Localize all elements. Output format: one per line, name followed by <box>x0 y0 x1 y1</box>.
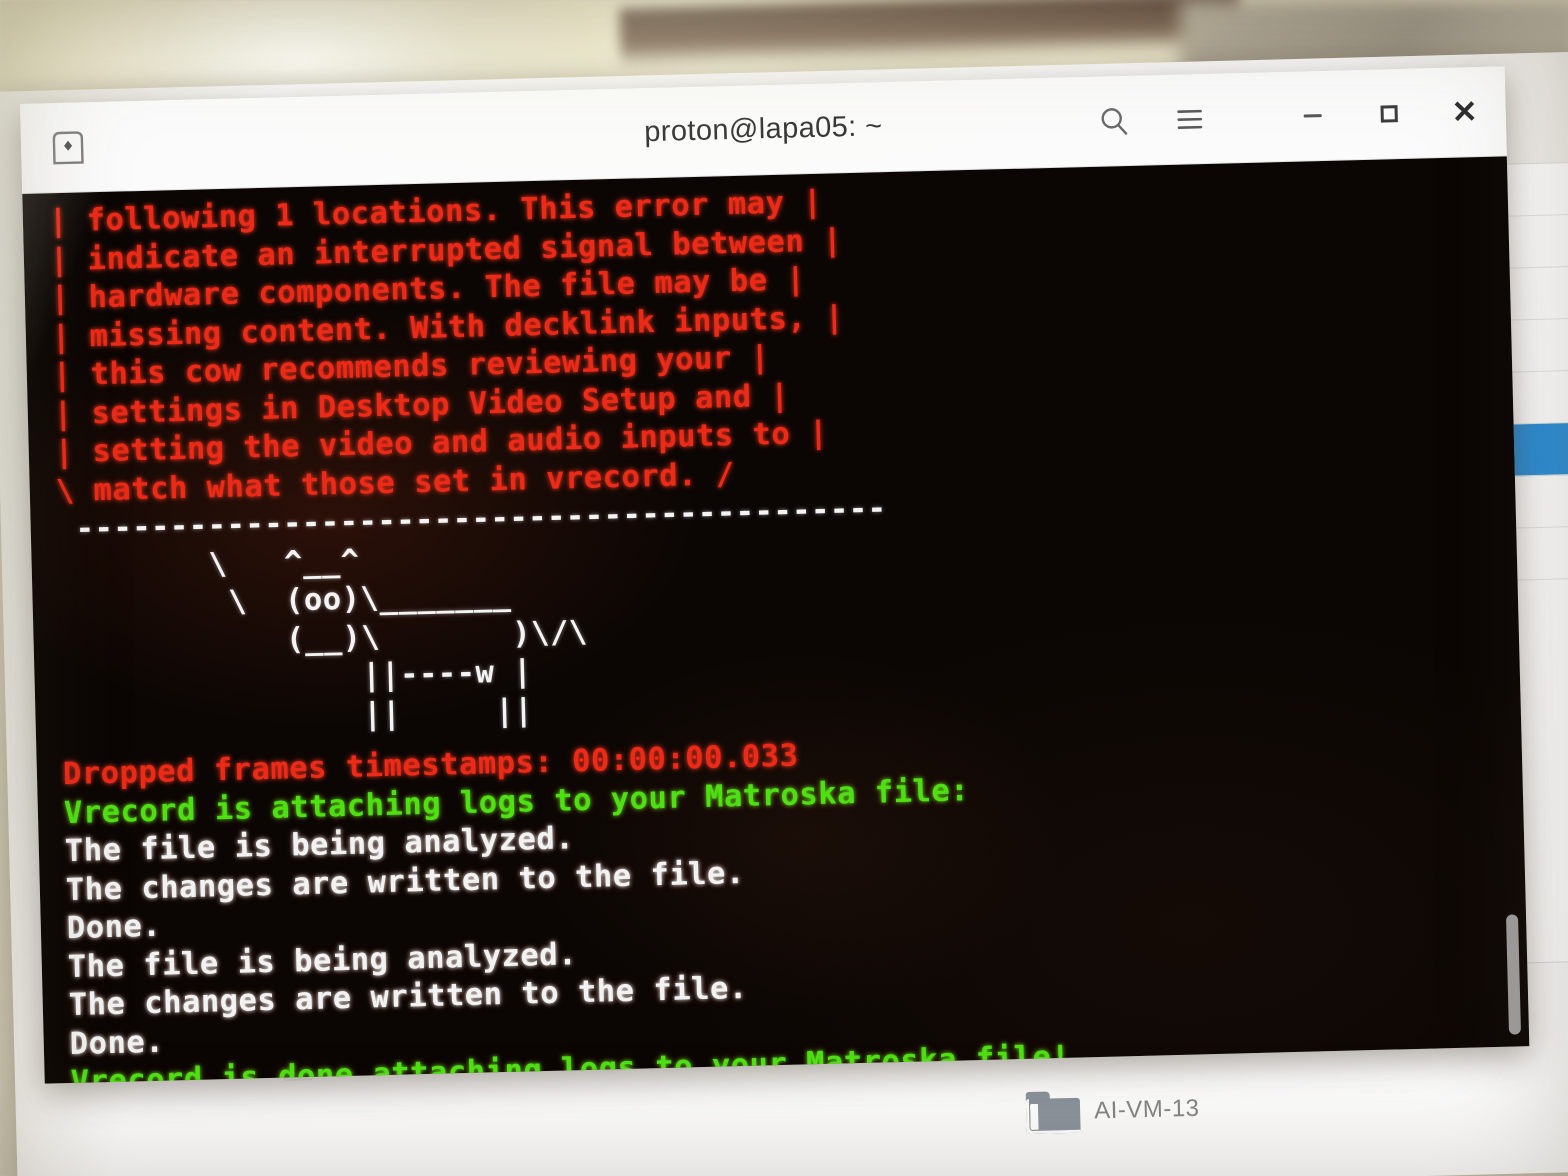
minimize-button[interactable] <box>1297 100 1328 131</box>
window-controls: ✕ <box>1297 94 1480 132</box>
new-tab-icon[interactable] <box>47 127 90 168</box>
close-icon: ✕ <box>1451 94 1479 130</box>
desktop-icon-ai-vm-13[interactable]: AI-VM-13 <box>1025 1088 1200 1135</box>
terminal-output-area[interactable]: | following 1 locations. This error may … <box>22 156 1530 1084</box>
cowsay-message-box: | following 1 locations. This error may … <box>49 166 1515 511</box>
terminal-log-output: Dropped frames timestamps: 00:00:00.033 … <box>63 719 1530 1084</box>
cowsay-cow-ascii-art: \ ^__^ \ (oo)\_______ (__)\ )\/\ ||----w… <box>57 513 1520 742</box>
close-button[interactable]: ✕ <box>1449 94 1480 130</box>
log-line-done: Done. <box>69 1024 165 1062</box>
log-line-done: Done. <box>66 908 162 947</box>
folder-icon <box>1025 1091 1081 1135</box>
desktop-icon-label: AI-VM-13 <box>1093 1094 1200 1125</box>
search-icon[interactable] <box>1095 102 1132 139</box>
maximize-button[interactable] <box>1373 98 1404 129</box>
terminal-window[interactable]: proton@lapa05: ~ ✕ | following 1 locatio… <box>20 66 1530 1084</box>
hamburger-menu-icon[interactable] <box>1171 100 1208 137</box>
titlebar-actions: ✕ <box>1095 94 1480 140</box>
terminal-scrollbar-thumb[interactable] <box>1505 914 1522 1035</box>
